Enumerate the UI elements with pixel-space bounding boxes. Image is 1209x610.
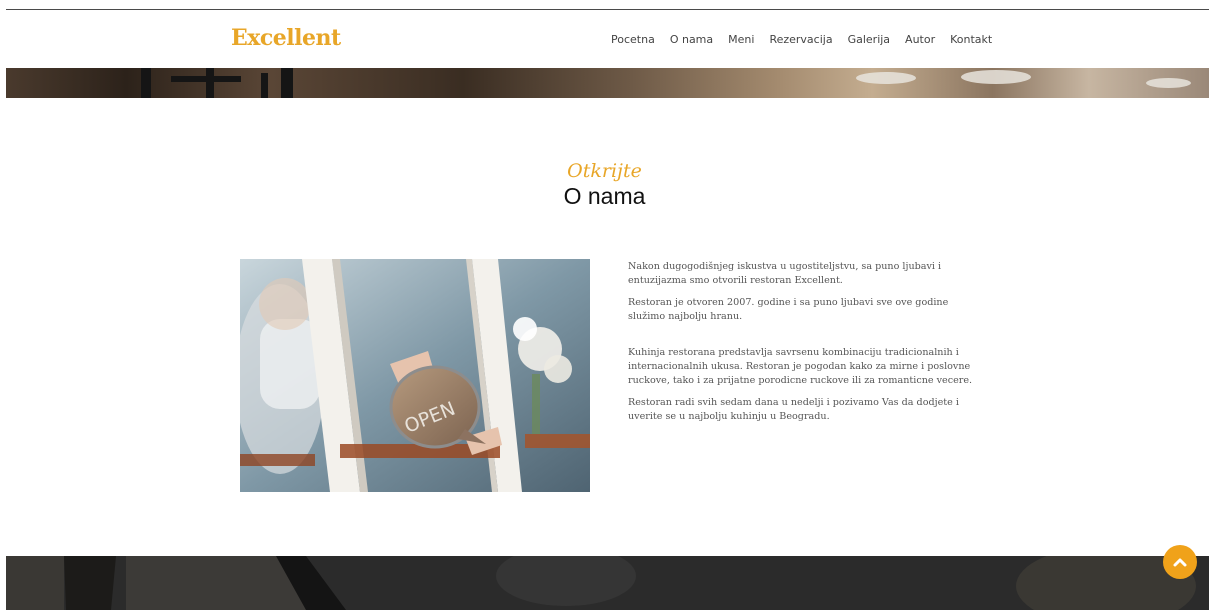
about-paragraph: Restoran je otvoren 2007. godine i sa pu…	[628, 297, 949, 322]
about-paragraph: Restoran radi svih sedam dana u nedelji …	[628, 397, 959, 422]
nav-pocetna[interactable]: Pocetna	[611, 33, 655, 46]
back-to-top-button[interactable]	[1163, 545, 1197, 579]
nav-rezervacija[interactable]: Rezervacija	[769, 33, 832, 46]
nav-autor[interactable]: Autor	[905, 33, 935, 46]
about-text: Nakon dugogodišnjeg iskustva u ugostitel…	[628, 260, 978, 432]
about-photo: OPEN	[240, 259, 590, 492]
chevron-up-icon	[1173, 558, 1187, 567]
section-eyebrow: Otkrijte	[567, 160, 642, 182]
brand-logo[interactable]: Excellent	[231, 25, 341, 51]
about-paragraph: Nakon dugogodišnjeg iskustva u ugostitel…	[628, 261, 942, 286]
about-paragraph: Kuhinja restorana predstavlja savrsenu k…	[628, 347, 973, 386]
main-nav: Pocetna O nama Meni Rezervacija Galerija…	[611, 33, 992, 46]
hero-image-strip	[6, 68, 1209, 98]
open-sign-photo: OPEN	[240, 259, 590, 492]
nav-galerija[interactable]: Galerija	[848, 33, 890, 46]
navbar: Excellent Pocetna O nama Meni Rezervacij…	[0, 10, 1209, 68]
nav-kontakt[interactable]: Kontakt	[950, 33, 992, 46]
footer-image-band	[6, 556, 1209, 610]
nav-meni[interactable]: Meni	[728, 33, 754, 46]
nav-o-nama[interactable]: O nama	[670, 33, 713, 46]
section-title: O nama	[563, 183, 646, 209]
